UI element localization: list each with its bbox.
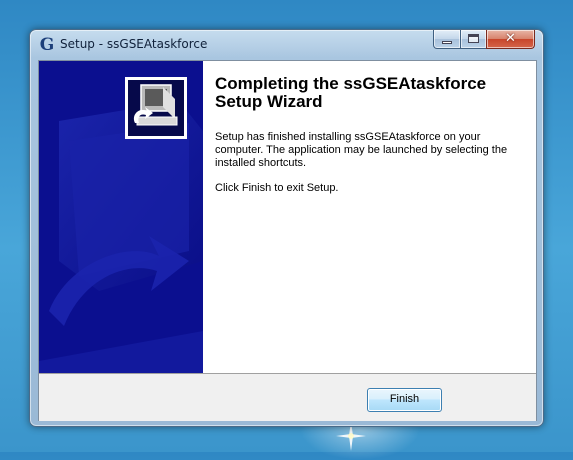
- wizard-heading: Completing the ssGSEAtaskforce Setup Wiz…: [215, 75, 525, 111]
- wizard-content: Completing the ssGSEAtaskforce Setup Wiz…: [203, 61, 536, 373]
- caption-buttons: ✕: [433, 30, 536, 49]
- title-bar[interactable]: G Setup - ssGSEAtaskforce ✕: [30, 30, 543, 60]
- finish-button[interactable]: Finish: [367, 388, 442, 412]
- close-icon: ✕: [505, 31, 516, 46]
- maximize-button[interactable]: [460, 30, 487, 49]
- wizard-heading-line1: Completing the ssGSEAtaskforce: [215, 74, 487, 93]
- finished-message: Setup has finished installing ssGSEAtask…: [215, 131, 508, 169]
- maximize-icon: [468, 34, 479, 43]
- window-title: Setup - ssGSEAtaskforce: [60, 37, 208, 51]
- minimize-icon: [442, 41, 452, 44]
- button-bar: Finish: [39, 373, 536, 421]
- close-button[interactable]: ✕: [486, 30, 535, 49]
- setup-window: G Setup - ssGSEAtaskforce ✕ Completing t…: [29, 29, 544, 427]
- exit-instruction: Click Finish to exit Setup.: [215, 182, 339, 194]
- wizard-client-area: Completing the ssGSEAtaskforce Setup Wiz…: [38, 60, 537, 421]
- wizard-body: Setup has finished installing ssGSEAtask…: [215, 131, 523, 207]
- wizard-heading-line2: Setup Wizard: [215, 92, 323, 111]
- computer-install-icon: [125, 77, 187, 139]
- setup-g-icon[interactable]: G: [38, 36, 56, 54]
- minimize-button[interactable]: [433, 30, 461, 49]
